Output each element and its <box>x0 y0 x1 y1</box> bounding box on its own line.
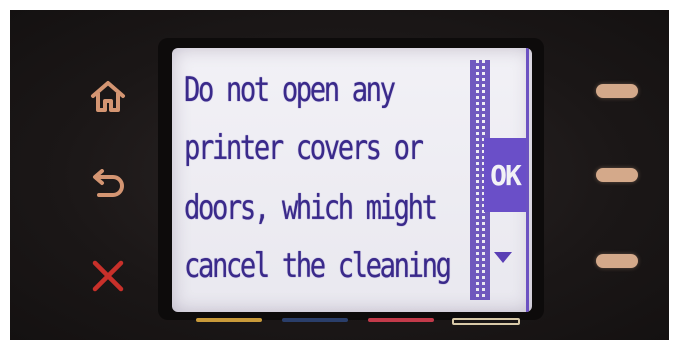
message-line-1: Do not open any <box>184 70 396 110</box>
ok-button[interactable]: OK <box>484 138 526 212</box>
message-line-2: printer covers or <box>184 128 424 168</box>
top-right-select-button[interactable] <box>596 84 638 98</box>
indicator-strip-red <box>368 318 434 322</box>
cancel-button[interactable] <box>88 256 128 296</box>
message-line-4: cancel the cleaning <box>184 246 452 286</box>
down-triangle-icon[interactable] <box>494 252 512 263</box>
back-arrow-icon <box>93 169 124 197</box>
indicator-strip-yellow <box>196 318 262 322</box>
lcd-screen: Do not open any printer covers or doors,… <box>172 48 532 312</box>
back-button[interactable] <box>88 166 128 206</box>
bottom-right-select-button[interactable] <box>596 254 638 268</box>
home-icon <box>91 81 125 112</box>
home-button[interactable] <box>88 76 128 116</box>
device-photo: Do not open any printer covers or doors,… <box>0 0 679 350</box>
middle-right-select-button[interactable] <box>596 168 638 182</box>
message-line-3: doors, which might <box>184 188 438 228</box>
screen-right-border <box>526 48 529 312</box>
indicator-strip-blue <box>282 318 348 322</box>
cancel-x-icon <box>92 260 124 292</box>
indicator-strip-outline <box>452 318 520 325</box>
